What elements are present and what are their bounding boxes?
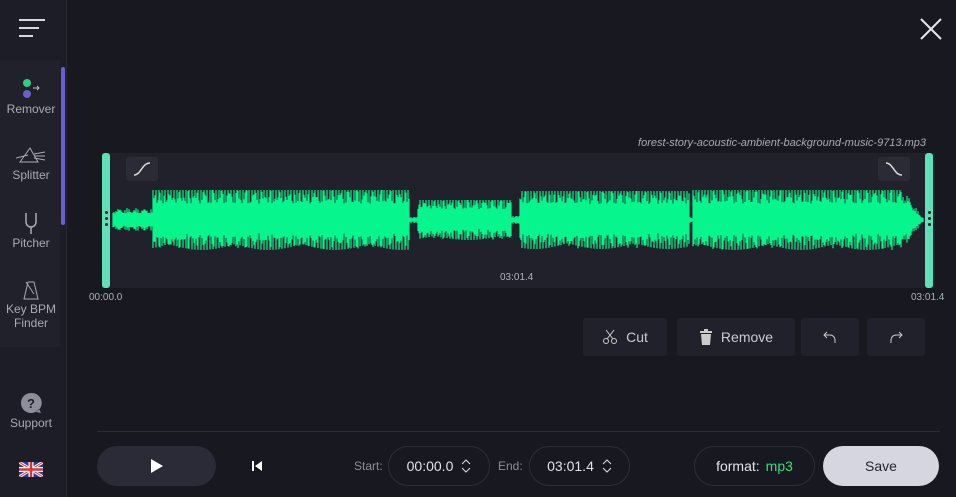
support-label: Support <box>9 416 53 430</box>
sidebar-item-splitter[interactable]: Splitter <box>0 146 62 182</box>
metronome-icon <box>23 281 39 300</box>
sidebar-item-pitcher[interactable]: Pitcher <box>0 212 62 250</box>
timeline-start: 00:00.0 <box>89 292 123 303</box>
sidebar-item-label: Key BPM Finder <box>5 302 56 330</box>
timeline-end: 03:01.4 <box>911 292 945 303</box>
waveform <box>112 190 924 250</box>
remover-icon <box>23 79 40 98</box>
scissors-icon <box>603 329 618 344</box>
start-time-input[interactable]: 00:00.0 <box>388 446 490 486</box>
support-button[interactable]: ? Support <box>0 392 62 430</box>
play-icon <box>150 459 163 473</box>
fade-out-button[interactable] <box>878 157 910 181</box>
skip-to-start-button[interactable] <box>251 459 263 477</box>
format-selector[interactable]: format: mp3 <box>694 446 815 486</box>
selection-duration: 03:01.4 <box>500 272 534 283</box>
remove-button[interactable]: Remove <box>677 318 795 356</box>
waveform-area[interactable] <box>102 153 935 288</box>
menu-icon[interactable] <box>18 18 46 45</box>
redo-icon <box>890 331 903 343</box>
cut-button[interactable]: Cut <box>583 318 667 356</box>
uk-flag-icon[interactable] <box>18 460 44 482</box>
sidebar-item-label: Remover <box>6 102 56 116</box>
divider <box>97 431 940 432</box>
sidebar-item-remover[interactable]: Remover <box>0 78 62 116</box>
undo-icon <box>823 331 836 343</box>
file-name: forest-story-acoustic-ambient-background… <box>638 137 926 149</box>
play-button[interactable] <box>97 446 216 486</box>
end-time-input[interactable]: 03:01.4 <box>529 446 630 486</box>
sidebar-item-label: Pitcher <box>12 236 50 250</box>
skip-back-icon <box>252 461 262 471</box>
redo-button[interactable] <box>867 318 925 356</box>
waveform-path <box>112 190 924 250</box>
start-label: Start: <box>354 459 383 473</box>
fade-in-button[interactable] <box>126 157 158 181</box>
sidebar-item-key-bpm-finder[interactable]: Key BPM Finder <box>0 280 62 330</box>
stepper-icon <box>462 459 471 473</box>
tuning-fork-icon <box>25 213 37 234</box>
svg-text:?: ? <box>27 396 35 411</box>
fade-out-icon <box>885 162 903 176</box>
stepper-icon <box>602 459 612 473</box>
format-value: mp3 <box>765 458 793 474</box>
trash-icon <box>699 329 712 345</box>
undo-button[interactable] <box>801 318 859 356</box>
end-label: End: <box>498 459 523 473</box>
help-icon: ? <box>21 392 42 413</box>
prism-icon <box>16 147 46 163</box>
start-handle[interactable] <box>102 153 110 288</box>
close-icon[interactable] <box>920 18 942 45</box>
fade-in-icon <box>133 162 151 176</box>
save-button[interactable]: Save <box>823 446 939 486</box>
sidebar-item-label: Splitter <box>12 168 50 182</box>
end-handle[interactable] <box>925 153 933 288</box>
